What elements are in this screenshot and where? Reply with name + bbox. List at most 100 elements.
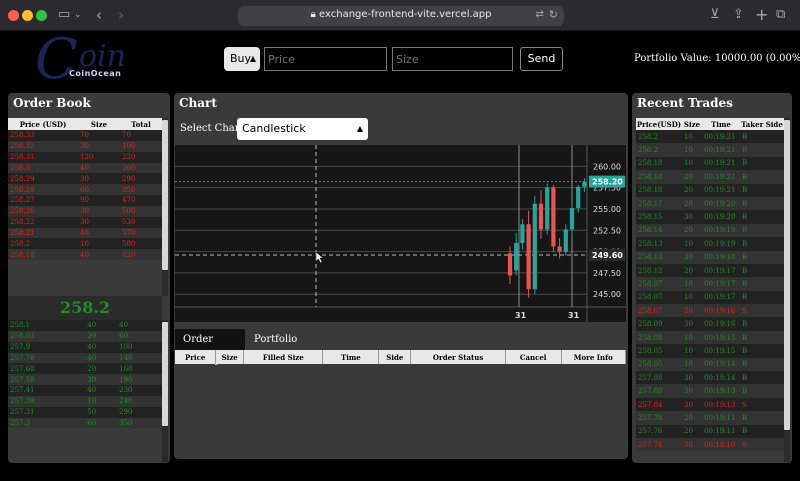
ask-row: 258.2 10 580 xyxy=(8,238,162,250)
table-cell: 30 xyxy=(682,437,702,452)
table-cell: 257.88 xyxy=(636,384,682,398)
table-cell: 20 xyxy=(85,363,118,375)
trade-row: 258.18 10 00:19:21 B xyxy=(636,156,784,171)
trade-row: 258.13 30 00:19:18 B xyxy=(636,250,784,264)
table-cell: 00:19:11 xyxy=(702,424,740,438)
price-input[interactable] xyxy=(264,47,387,71)
bid-row: 257.68 20 160 xyxy=(8,363,162,375)
table-cell: S xyxy=(740,437,784,452)
candle-body xyxy=(563,229,568,252)
trade-row: 257.88 30 00:19:13 B xyxy=(636,384,784,398)
close-window-button[interactable] xyxy=(8,10,19,21)
tab-portfolio[interactable]: Portfolio xyxy=(246,329,305,350)
table-cell: 258.13 xyxy=(636,250,682,264)
table-cell: B xyxy=(740,411,784,425)
table-cell: B xyxy=(740,357,784,372)
candle-body xyxy=(514,243,519,271)
chevron-down-icon[interactable]: ⌄ xyxy=(74,6,82,24)
ask-row: 258.31 120 220 xyxy=(8,151,162,163)
chart-type-select[interactable]: Candlestick ▲ xyxy=(237,118,368,140)
table-cell: 10 xyxy=(682,237,702,251)
table-cell: 100 xyxy=(120,140,162,152)
col-header: Time xyxy=(702,118,740,130)
table-cell: 258.05 xyxy=(636,344,682,358)
table-cell: 00:19:21 xyxy=(702,183,740,197)
table-cell: 00:19:21 xyxy=(702,130,740,144)
table-cell: 60 xyxy=(85,417,118,429)
trade-row: 258.12 20 00:19:17 B xyxy=(636,263,784,278)
forward-icon[interactable]: › xyxy=(118,6,124,24)
candlestick-chart[interactable]: 260.00257.50255.00252.50250.00247.50245.… xyxy=(175,145,626,322)
tab-overview-icon[interactable]: ⧉ xyxy=(776,6,785,24)
bid-row: 258.03 20 60 xyxy=(8,330,162,342)
table-cell: 580 xyxy=(120,238,162,250)
size-input[interactable] xyxy=(392,47,513,71)
minimize-window-button[interactable] xyxy=(22,10,33,21)
table-cell: 90 xyxy=(78,195,120,206)
y-tick-label: 260.00 xyxy=(593,162,621,171)
table-cell: 00:19:16 xyxy=(702,304,740,318)
table-cell: 190 xyxy=(117,374,162,386)
browser-toolbar: ▭ ⌄ ‹ › 🔒︎ exchange-frontend-vite.vercel… xyxy=(0,0,800,31)
table-cell: 10 xyxy=(682,143,702,157)
table-cell: 20 xyxy=(682,424,702,438)
chart-canvas[interactable]: 260.00257.50255.00252.50250.00247.50245.… xyxy=(175,145,626,322)
ask-row: 258.32 30 100 xyxy=(8,140,162,152)
new-tab-icon[interactable]: + xyxy=(755,6,768,24)
candle-body xyxy=(532,203,537,290)
asks-scrollbar-thumb[interactable] xyxy=(162,120,168,270)
table-cell: 258.28 xyxy=(8,184,78,196)
send-button[interactable]: Send xyxy=(520,47,563,71)
table-cell: 30 xyxy=(78,140,120,152)
table-cell: 258.07 xyxy=(636,277,682,291)
table-cell: 258.05 xyxy=(636,357,682,372)
table-cell: 00:19:14 xyxy=(702,357,740,372)
recent-trades-table: Price(USD) Size Time Taker Side 258.2 10 0… xyxy=(636,118,784,452)
trade-row: 258.18 20 00:19:21 B xyxy=(636,170,784,184)
table-cell: 10 xyxy=(682,330,702,345)
table-cell: B xyxy=(740,317,784,331)
share-icon[interactable]: ⇪ xyxy=(733,6,744,24)
trade-row: 257.84 30 00:19:13 S xyxy=(636,397,784,412)
address-bar[interactable]: 🔒︎ exchange-frontend-vite.vercel.app ⇄ ↻ xyxy=(238,6,564,26)
table-cell: B xyxy=(740,384,784,398)
download-icon[interactable]: ⊻ xyxy=(710,6,720,24)
chart-title: Chart xyxy=(179,96,217,110)
tab-order-history[interactable]: Order History xyxy=(175,329,245,366)
col-header: Size xyxy=(215,350,245,364)
reload-icon[interactable]: ↻ xyxy=(549,6,558,24)
table-cell: 20 xyxy=(682,304,702,318)
translate-icon[interactable]: ⇄ xyxy=(536,6,544,24)
bids-scrollbar-thumb[interactable] xyxy=(162,322,168,426)
zoom-window-button[interactable] xyxy=(36,10,47,21)
table-cell: 10 xyxy=(78,238,120,250)
side-select[interactable]: Buy ▲ xyxy=(224,47,260,71)
table-cell: 258.07 xyxy=(636,290,682,305)
ask-row: 258.22 30 530 xyxy=(8,216,162,228)
updown-chevron-icon: ▲ xyxy=(356,124,363,133)
candle-body xyxy=(507,253,513,276)
table-cell: 20 xyxy=(682,223,702,238)
table-cell: 40 xyxy=(85,385,118,396)
table-cell: 00:19:18 xyxy=(702,250,740,264)
table-cell: 258.26 xyxy=(8,205,78,217)
col-header: Cancel xyxy=(505,350,562,364)
table-cell: 00:19:10 xyxy=(702,437,740,452)
trade-row: 258.07 20 00:19:16 S xyxy=(636,304,784,318)
trades-scrollbar-thumb[interactable] xyxy=(784,120,790,430)
table-cell: B xyxy=(740,237,784,251)
portfolio-value: Portfolio Value: 10000.00 (0.00%) xyxy=(634,53,800,64)
col-header: Price (USD) xyxy=(8,118,78,130)
table-cell: 00:19:21 xyxy=(702,156,740,171)
back-icon[interactable]: ‹ xyxy=(96,6,102,24)
table-cell: 220 xyxy=(120,151,162,163)
candle-body xyxy=(551,187,556,247)
table-cell: 120 xyxy=(78,151,120,163)
sidebar-icon[interactable]: ▭ xyxy=(58,6,70,24)
bid-row: 257.31 50 290 xyxy=(8,406,162,418)
y-tick-label: 247.50 xyxy=(593,269,621,278)
candle-body xyxy=(538,203,544,230)
table-cell: 00:19:13 xyxy=(702,384,740,398)
table-cell: B xyxy=(740,277,784,291)
trade-row: 257.78 20 00:19:11 B xyxy=(636,411,784,425)
